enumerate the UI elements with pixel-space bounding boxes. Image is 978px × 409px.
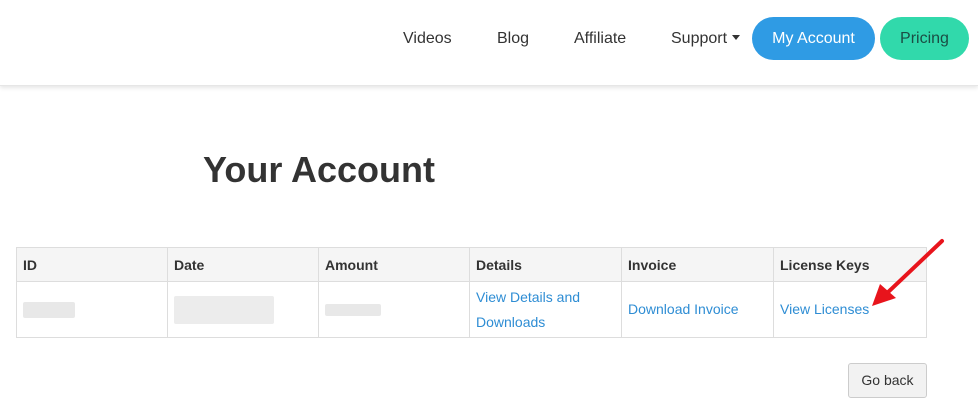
cell-id [16, 281, 168, 338]
table-header-row: ID Date Amount Details Invoice License K… [16, 247, 927, 282]
column-header-id: ID [16, 247, 168, 282]
caret-down-icon [732, 35, 741, 40]
nav-support-label: Support [671, 30, 728, 47]
page-title: Your Account [203, 149, 435, 190]
redacted-amount [325, 304, 381, 317]
redacted-id [23, 302, 75, 319]
site-header: Videos Blog Affiliate Support My Account… [0, 0, 978, 86]
cell-invoice: Download Invoice [621, 281, 774, 338]
view-licenses-link[interactable]: View Licenses [780, 301, 869, 317]
nav-blog[interactable]: Blog [497, 29, 529, 49]
my-account-button[interactable]: My Account [752, 17, 875, 60]
cell-date [167, 281, 319, 338]
go-back-button[interactable]: Go back [848, 363, 927, 398]
redacted-date [174, 295, 274, 324]
pricing-button[interactable]: Pricing [880, 17, 969, 60]
nav-affiliate[interactable]: Affiliate [574, 29, 626, 49]
nav-videos[interactable]: Videos [403, 29, 452, 49]
view-details-link[interactable]: View Details and Downloads [476, 289, 580, 330]
cell-amount [318, 281, 470, 338]
annotation-arrow-icon [872, 239, 944, 306]
cell-details: View Details and Downloads [469, 281, 622, 338]
table-row: View Details and Downloads Download Invo… [16, 281, 927, 338]
column-header-amount: Amount [318, 247, 470, 282]
download-invoice-link[interactable]: Download Invoice [628, 301, 739, 317]
nav-support[interactable]: Support [671, 29, 741, 49]
column-header-invoice: Invoice [621, 247, 774, 282]
orders-table: ID Date Amount Details Invoice License K… [16, 247, 927, 338]
column-header-details: Details [469, 247, 622, 282]
column-header-date: Date [167, 247, 319, 282]
